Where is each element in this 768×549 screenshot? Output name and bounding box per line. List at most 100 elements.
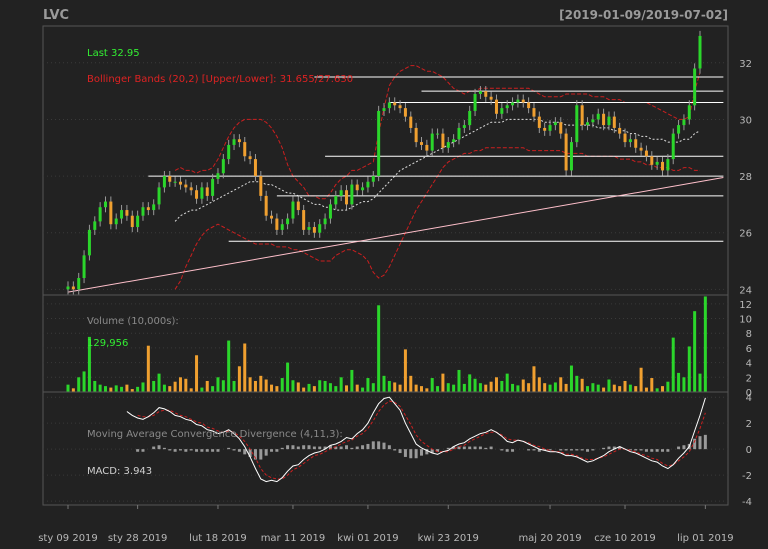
volume-bar bbox=[650, 378, 654, 392]
volume-bar bbox=[275, 386, 279, 392]
volume-bar bbox=[168, 386, 172, 392]
macd-histogram-bar bbox=[318, 446, 322, 450]
candle-down bbox=[602, 113, 606, 126]
volume-bar bbox=[157, 373, 161, 392]
volume-bar bbox=[82, 371, 86, 392]
volume-bar bbox=[200, 387, 204, 392]
volume-bar bbox=[586, 386, 590, 392]
volume-bar bbox=[232, 380, 236, 392]
macd-histogram-bar bbox=[270, 449, 274, 452]
candle-up bbox=[682, 119, 686, 126]
volume-bar bbox=[666, 381, 670, 392]
volume-bar bbox=[270, 384, 274, 392]
volume-bar bbox=[537, 377, 541, 392]
macd-histogram-bar bbox=[698, 436, 702, 450]
candle-up bbox=[462, 125, 466, 128]
macd-histogram-bar bbox=[296, 446, 300, 450]
volume-bar bbox=[328, 383, 332, 392]
volume-bar bbox=[377, 305, 381, 392]
price-frame bbox=[42, 25, 729, 296]
candle-up bbox=[227, 144, 231, 160]
macd-histogram-bar bbox=[446, 447, 450, 450]
trend-line bbox=[67, 176, 724, 293]
candle-down bbox=[639, 147, 643, 151]
volume-bar bbox=[516, 385, 520, 392]
candle-up bbox=[553, 122, 557, 126]
x-tick-label: sty 09 2019 bbox=[38, 533, 98, 544]
volume-bar bbox=[189, 388, 193, 392]
candle-up bbox=[66, 286, 70, 290]
volume-bar bbox=[618, 386, 622, 392]
macd-histogram-bar bbox=[661, 449, 665, 452]
candle-up bbox=[575, 105, 579, 143]
volume-bar bbox=[462, 383, 466, 392]
macd-histogram-bar bbox=[682, 445, 686, 450]
volume-bar bbox=[355, 384, 359, 392]
macd-histogram-bar bbox=[227, 447, 231, 450]
volume-bar bbox=[302, 387, 306, 392]
volume-bar bbox=[71, 388, 75, 392]
volume-bar bbox=[661, 386, 665, 392]
volume-bar bbox=[698, 373, 702, 392]
candle-up bbox=[350, 184, 354, 205]
macd-histogram-bar bbox=[655, 449, 659, 452]
macd-histogram-bar bbox=[136, 449, 140, 452]
volume-bar bbox=[452, 384, 456, 392]
volume-bar bbox=[361, 387, 365, 392]
price-ytick-label: 28 bbox=[739, 172, 752, 183]
macd-histogram-bar bbox=[403, 449, 407, 457]
candle-down bbox=[184, 184, 188, 188]
candle-down bbox=[623, 133, 627, 143]
price-panel: 24 26 28 30 32 bbox=[42, 25, 752, 296]
volume-bar bbox=[103, 386, 107, 392]
volume-bar bbox=[248, 377, 252, 392]
candle-up bbox=[607, 116, 611, 126]
volume-bar bbox=[253, 380, 257, 392]
volume-ytick-label: 2 bbox=[746, 373, 752, 384]
candle-up bbox=[361, 187, 365, 191]
candle-down bbox=[661, 161, 665, 171]
volume-bar bbox=[120, 386, 124, 392]
volume-bar bbox=[575, 375, 579, 392]
volume-bar bbox=[639, 367, 643, 392]
volume-bar bbox=[473, 378, 477, 392]
macd-histogram-bar bbox=[607, 446, 611, 450]
x-tick-label: lut 18 2019 bbox=[189, 533, 247, 544]
candle-up bbox=[173, 181, 177, 183]
candle-up bbox=[221, 159, 225, 174]
volume-bar bbox=[125, 384, 129, 392]
candle-down bbox=[345, 190, 349, 205]
macd-histogram-bar bbox=[211, 449, 215, 452]
volume-bar bbox=[371, 383, 375, 392]
macd-histogram-bar bbox=[666, 449, 670, 452]
candle-down bbox=[543, 127, 547, 131]
volume-value: 129,956 bbox=[87, 338, 128, 349]
macd-histogram-bar bbox=[382, 442, 386, 450]
candle-down bbox=[355, 184, 359, 191]
macd-histogram-bar bbox=[371, 441, 375, 450]
candle-up bbox=[666, 159, 670, 171]
volume-bar bbox=[98, 384, 102, 392]
macd-histogram-bar bbox=[291, 445, 295, 450]
candle-up bbox=[586, 122, 590, 126]
volume-ytick-label: 10 bbox=[739, 315, 752, 326]
candle-down bbox=[634, 139, 638, 148]
candle-up bbox=[511, 102, 515, 106]
macd-histogram-bar bbox=[366, 443, 370, 450]
volume-bar bbox=[687, 346, 691, 392]
volume-bar bbox=[243, 343, 247, 392]
volume-bar bbox=[237, 366, 241, 392]
macd-histogram-bar bbox=[264, 449, 268, 456]
macd-histogram-bar bbox=[312, 446, 316, 450]
macd-histogram-bar bbox=[237, 449, 241, 452]
candle-up bbox=[452, 139, 456, 143]
candle-up bbox=[671, 133, 675, 160]
macd-histogram-bar bbox=[602, 447, 606, 450]
volume-bar bbox=[655, 388, 659, 392]
x-axis: sty 09 2019 sty 28 2019 lut 18 2019 mar 11 … bbox=[38, 505, 734, 544]
volume-bar bbox=[162, 384, 166, 392]
volume-bar bbox=[393, 382, 397, 392]
volume-bar bbox=[259, 375, 263, 392]
candle-up bbox=[693, 68, 697, 106]
macd-histogram-bar bbox=[569, 449, 573, 451]
